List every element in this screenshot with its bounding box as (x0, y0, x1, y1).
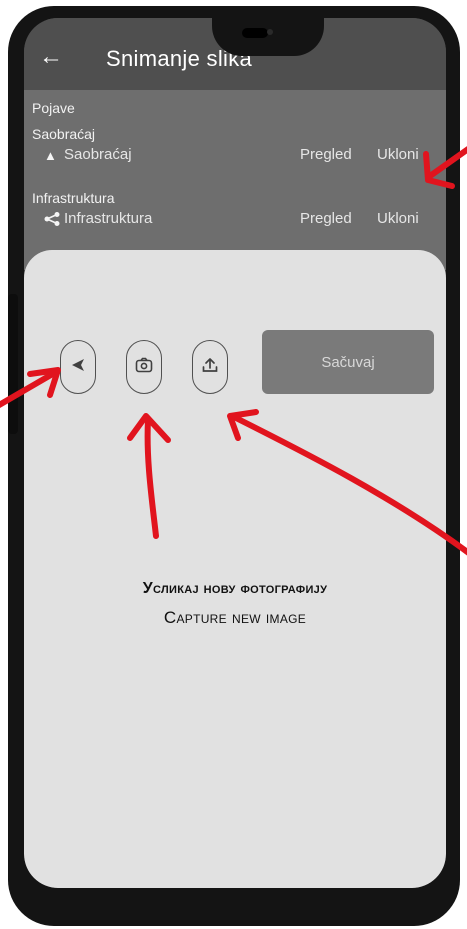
ukloni-link[interactable]: Ukloni (377, 210, 419, 227)
item-label: Saobraćaj (64, 146, 132, 163)
list-item-saobracaj: ▲ Saobraćaj Pregled Ukloni (24, 146, 446, 168)
pregled-link[interactable]: Pregled (300, 146, 352, 163)
back-image-button[interactable] (60, 340, 96, 394)
front-camera (267, 29, 273, 35)
side-button (8, 294, 18, 434)
back-arrow-icon[interactable]: ← (38, 44, 64, 70)
share-icon (44, 212, 60, 229)
bottom-sheet: Sačuvaj Усликај нову фотографију Capture… (24, 250, 446, 888)
ukloni-link[interactable]: Ukloni (377, 146, 419, 163)
section-title-infrastruktura: Infrastruktura (32, 190, 115, 206)
upload-image-button[interactable] (192, 340, 228, 394)
pregled-link[interactable]: Pregled (300, 210, 352, 227)
category-list: Pojave Saobraćaj ▲ Saobraćaj Pregled Ukl… (24, 90, 446, 270)
earpiece (242, 28, 268, 38)
capture-image-button[interactable] (126, 340, 162, 394)
upload-icon (201, 356, 219, 379)
annotation-title: Усликај нову фотографију (142, 580, 328, 597)
warning-icon: ▲ (44, 148, 57, 163)
item-label: Infrastruktura (64, 210, 153, 227)
save-button[interactable]: Sačuvaj (262, 330, 434, 394)
section-title-pojave: Pojave (32, 100, 75, 116)
list-item-infrastruktura: Infrastruktura Pregled Ukloni (24, 210, 446, 232)
section-title-saobracaj: Saobraćaj (32, 126, 96, 142)
notch (212, 18, 324, 56)
annotation-subtitle: Capture new image (163, 608, 307, 627)
phone-screen: ← Snimanje slika Pojave Saobraćaj ▲ Saob… (24, 18, 446, 888)
camera-icon (135, 357, 153, 378)
back-triangle-icon (70, 357, 86, 378)
